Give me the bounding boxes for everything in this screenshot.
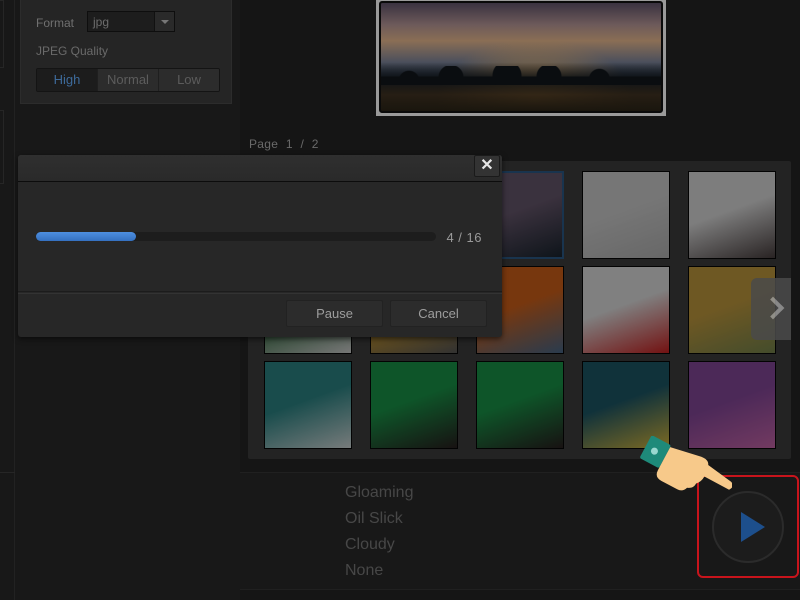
edge-panel <box>0 110 4 184</box>
progress-bar-fill <box>36 232 136 241</box>
edge-panel <box>0 0 4 68</box>
dialog-footer: Pause Cancel <box>18 293 502 337</box>
page-label: Page <box>249 137 279 151</box>
thumbnail-teal-phones[interactable] <box>264 361 352 449</box>
thumbnail-red-app-chart[interactable] <box>582 266 670 354</box>
quality-normal-button[interactable]: Normal <box>98 69 159 91</box>
divider <box>0 472 15 473</box>
format-label: Format <box>36 16 75 30</box>
dialog-titlebar: ✕ <box>18 155 502 182</box>
jpeg-quality-label: JPEG Quality <box>36 44 109 58</box>
info-value: Gloaming <box>345 484 414 501</box>
info-value: Oil Slick <box>345 510 403 527</box>
progress-count: 4 / 16 <box>446 230 482 245</box>
pause-button[interactable]: Pause <box>286 300 383 327</box>
jpeg-quality-segmented: High Normal Low <box>36 68 220 92</box>
chevron-down-icon[interactable] <box>154 12 174 31</box>
thumbnail-green-phones[interactable] <box>370 361 458 449</box>
thumbnail-green-phones-2[interactable] <box>476 361 564 449</box>
left-edge-strip <box>0 0 15 600</box>
next-page-arrow-icon[interactable] <box>751 278 791 340</box>
dialog-body: 4 / 16 <box>18 183 502 292</box>
info-value: None <box>345 562 384 579</box>
cancel-button[interactable]: Cancel <box>390 300 487 327</box>
format-value: jpg <box>93 15 110 29</box>
export-settings-panel: Format jpg JPEG Quality High Normal Low <box>20 0 232 104</box>
page-indicator: Page 1 / 2 <box>249 137 323 151</box>
page-total: 2 <box>311 137 319 151</box>
page-current: 1 <box>285 137 293 151</box>
quality-high-button[interactable]: High <box>37 69 98 91</box>
page-separator: / <box>300 137 305 151</box>
preview-image <box>379 1 663 113</box>
progress-dialog: ✕ 4 / 16 Pause Cancel <box>18 155 502 337</box>
thumbnail-phone-in-hand[interactable] <box>688 171 776 259</box>
quality-low-button[interactable]: Low <box>159 69 219 91</box>
progress-bar <box>36 232 436 241</box>
pointing-hand-icon <box>640 436 732 491</box>
info-value: Cloudy <box>345 536 395 553</box>
thumbnail-document-screenshot[interactable] <box>582 171 670 259</box>
close-icon[interactable]: ✕ <box>474 155 500 177</box>
format-select[interactable]: jpg <box>87 11 175 32</box>
photo-batch-app: Format jpg JPEG Quality High Normal Low … <box>0 0 800 600</box>
preview-frame <box>376 0 666 116</box>
preview-treeline <box>381 65 661 86</box>
